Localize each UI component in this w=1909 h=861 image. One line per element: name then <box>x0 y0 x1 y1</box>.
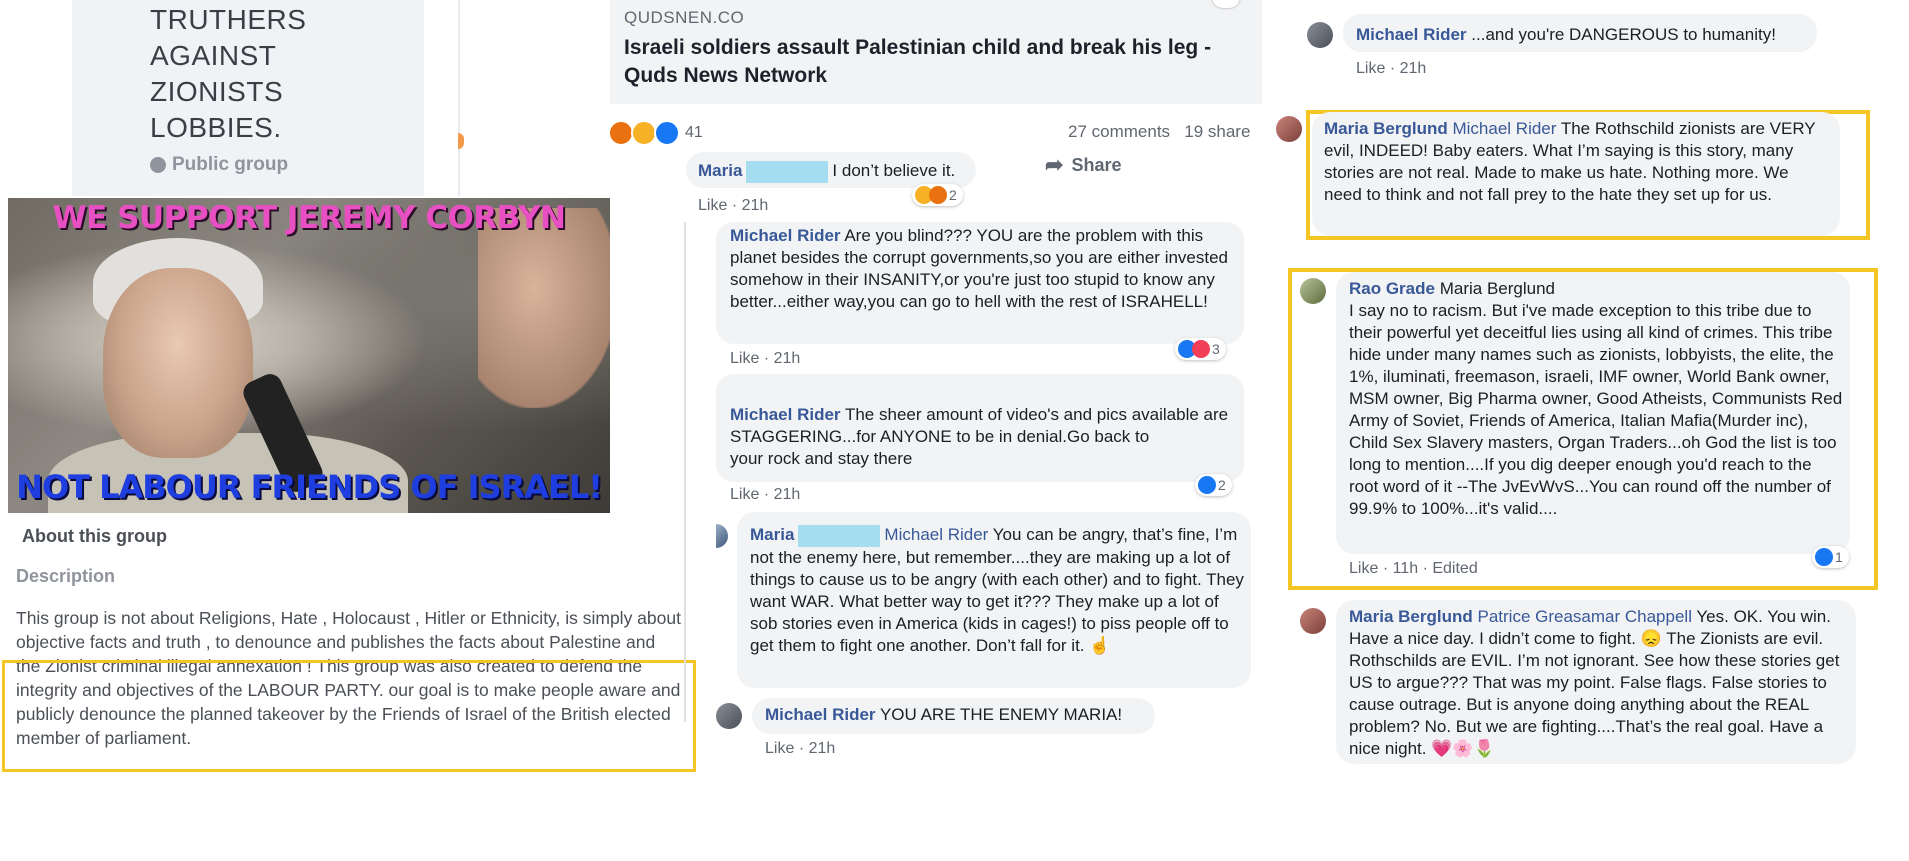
comment-text: Michael Rider Are you blind??? YOU are t… <box>730 226 1229 311</box>
article-domain: QUDSNEN.CO <box>624 8 745 27</box>
description-title: Description <box>16 566 116 586</box>
redaction-box <box>798 524 881 547</box>
comment-reactions[interactable]: 2 <box>1195 474 1232 496</box>
comment-time[interactable]: 11h <box>1393 560 1419 577</box>
comment-author[interactable]: Rao Grade <box>1349 279 1435 298</box>
comment-author[interactable]: Michael Rider <box>730 405 841 424</box>
comment-author[interactable]: Maria Berglund <box>1349 607 1473 626</box>
comment-author[interactable]: Michael Rider <box>730 226 841 245</box>
comment-author[interactable]: Maria Berglund <box>1324 119 1448 138</box>
comment-actions: Like · 21h <box>765 740 836 757</box>
avatar[interactable] <box>1300 278 1326 304</box>
comment-count[interactable]: 27 comments <box>1068 122 1170 141</box>
comment-author[interactable]: Maria <box>750 525 794 544</box>
like-button[interactable]: Like <box>1349 560 1378 577</box>
mentioned-user[interactable]: Michael Rider <box>884 525 988 544</box>
comment-author[interactable]: Michael Rider <box>765 705 876 724</box>
comment-text: Maria Michael Rider You can be angry, tha… <box>750 524 1244 655</box>
like-reaction-icon <box>1198 476 1216 494</box>
avatar[interactable] <box>1300 608 1326 634</box>
comment-text: Maria Berglund Patrice Greasamar Chappel… <box>1349 607 1840 758</box>
comment-reactions[interactable]: 3 <box>1175 338 1226 360</box>
comment-author[interactable]: Maria <box>698 161 742 180</box>
comment-text: Michael Rider ...and you're DANGEROUS to… <box>1356 25 1776 44</box>
divider <box>458 0 460 196</box>
comment-time[interactable]: 21h <box>1400 60 1427 77</box>
like-reaction-icon <box>1815 548 1833 566</box>
edited-label: Edited <box>1432 560 1478 577</box>
group-privacy-label: Public group <box>172 154 289 175</box>
avatar[interactable] <box>716 703 742 729</box>
love-reaction-icon <box>1192 340 1210 358</box>
like-button[interactable]: Like <box>730 486 759 503</box>
comment-text: Michael Rider The sheer amount of video'… <box>730 405 1229 468</box>
comment-actions: Like · 11h · Edited <box>1349 560 1478 577</box>
mentioned-user[interactable]: Patrice Greasamar Chappell <box>1477 607 1691 626</box>
share-count[interactable]: 19 share <box>1184 122 1250 141</box>
comment-text: Michael Rider YOU ARE THE ENEMY MARIA! <box>765 705 1123 724</box>
group-privacy: Public group <box>150 154 288 176</box>
like-button[interactable]: Like <box>1356 60 1385 77</box>
reaction-count: 41 <box>685 124 703 141</box>
banner-top-text: WE SUPPORT JEREMY CORBYN <box>52 200 566 236</box>
avatar[interactable] <box>1307 22 1333 48</box>
comment-actions: Like · 21h <box>730 486 801 503</box>
share-icon: ➦ <box>1045 152 1064 177</box>
like-button[interactable]: Like <box>730 350 759 367</box>
comment-reactions[interactable]: 1 <box>1812 546 1849 568</box>
comment-text: Rao Grade Maria Berglund I say no to rac… <box>1349 279 1843 518</box>
thread-line <box>684 222 686 722</box>
like-button[interactable]: Like <box>765 740 794 757</box>
comment-actions: Like · 21h <box>1356 60 1427 77</box>
mentioned-user[interactable]: Maria Berglund <box>1440 279 1555 298</box>
banner-bottom-text: NOT LABOUR FRIENDS OF ISRAEL! <box>16 468 603 506</box>
reaction-summary[interactable]: 41 <box>608 120 703 146</box>
share-button[interactable]: ➦ Share <box>1045 152 1121 178</box>
comment-text: Maria I don’t believe it. <box>698 160 978 183</box>
highlight-box <box>2 660 696 772</box>
engagement-counts[interactable]: 27 comments 19 share <box>1068 122 1250 142</box>
comment-text: Maria Berglund Michael Rider The Rothsch… <box>1324 119 1816 204</box>
comment-actions: Like · 21h <box>730 350 801 367</box>
avatar[interactable] <box>716 524 728 548</box>
globe-icon <box>150 157 166 173</box>
comment-actions: Like · 21h <box>698 197 769 214</box>
comment-author[interactable]: Michael Rider <box>1356 25 1467 44</box>
share-label: Share <box>1071 154 1122 175</box>
mentioned-user[interactable]: Michael Rider <box>1452 119 1556 138</box>
like-button[interactable]: Like <box>698 197 727 214</box>
comment-time[interactable]: 21h <box>742 197 769 214</box>
avatar[interactable] <box>1276 116 1302 142</box>
angry-reaction-icon <box>929 186 947 204</box>
notification-marker <box>458 133 464 149</box>
group-name[interactable]: TRUTHERS AGAINST ZIONISTS LOBBIES. <box>150 2 306 146</box>
group-cover-photo[interactable]: WE SUPPORT JEREMY CORBYN NOT LABOUR FRIE… <box>8 198 610 513</box>
like-reaction-icon <box>654 120 680 146</box>
article-title[interactable]: Israeli soldiers assault Palestinian chi… <box>624 34 1254 90</box>
redaction-box <box>746 160 829 183</box>
about-title: About this group <box>22 526 167 546</box>
comment-time[interactable]: 21h <box>774 350 801 367</box>
comment-time[interactable]: 21h <box>809 740 836 757</box>
comment-reactions[interactable]: 2 <box>912 184 963 206</box>
comment-time[interactable]: 21h <box>774 486 801 503</box>
